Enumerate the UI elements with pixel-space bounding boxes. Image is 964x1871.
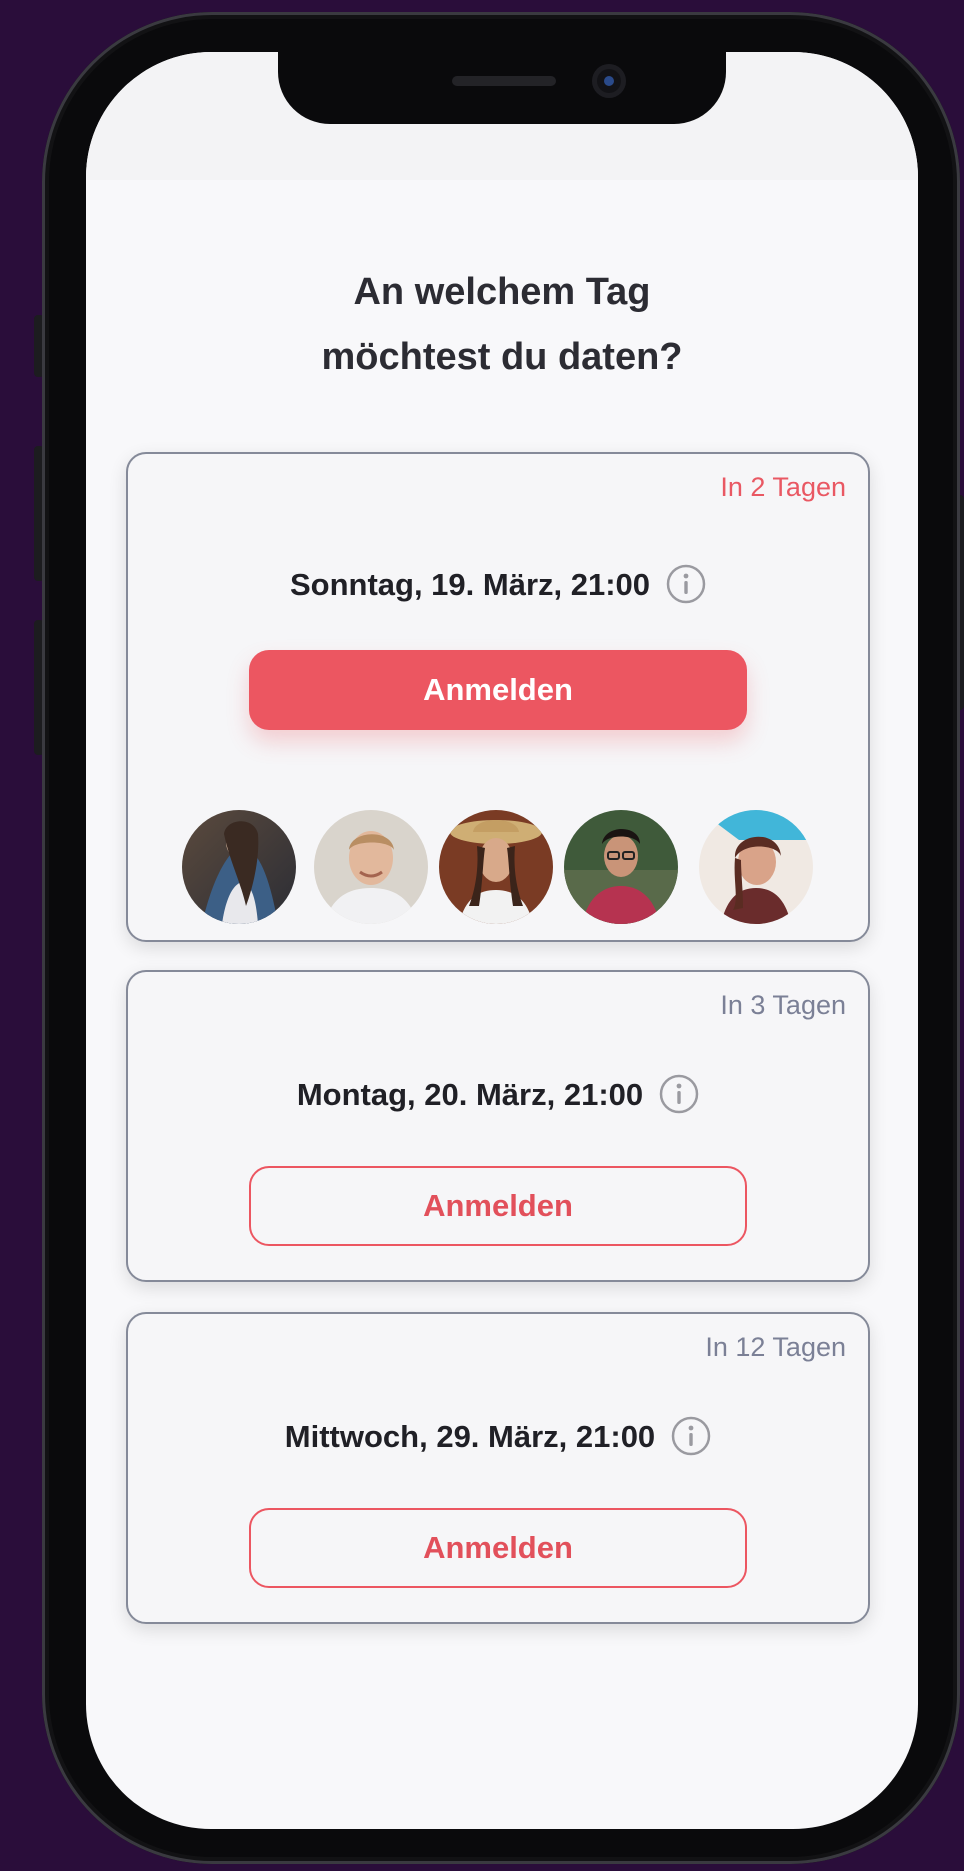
days-until-badge: In 3 Tagen [720,990,846,1020]
days-until-badge: In 12 Tagen [705,1332,846,1362]
date-row: Sonntag, 19. März, 21:00 [128,564,868,607]
participant-avatar-2 [314,810,428,924]
page-title-line1: An welchem Tag [353,271,651,313]
page-title-line2: möchtest du daten? [321,336,683,378]
speaker-grille [452,76,556,86]
date-label: Montag, 20. März, 21:00 [296,1077,644,1113]
date-label: Mittwoch, 29. März, 21:00 [284,1419,656,1455]
register-button[interactable]: Anmelden [249,1166,747,1246]
front-camera [592,64,626,98]
register-button[interactable]: Anmelden [249,1508,747,1588]
notch [278,52,726,124]
info-circle-icon[interactable] [671,1416,711,1456]
date-label: Sonntag, 19. März, 21:00 [289,567,651,603]
phone-screen: An welchem Tag möchtest du daten? In 2 T… [86,52,918,1829]
info-circle-icon[interactable] [659,1074,699,1114]
participant-avatar-5 [699,810,813,924]
date-card-sunday: In 2 Tagen Sonntag, 19. März, 21:00 Anme… [126,452,870,942]
participant-avatar-4 [564,810,678,924]
days-until-badge: In 2 Tagen [720,472,846,502]
participant-avatar-3 [439,810,553,924]
register-button[interactable]: Anmelden [249,650,747,730]
date-row: Mittwoch, 29. März, 21:00 [128,1416,868,1459]
date-card-wednesday: In 12 Tagen Mittwoch, 29. März, 21:00 An… [126,1312,870,1624]
date-card-monday: In 3 Tagen Montag, 20. März, 21:00 Anmel… [126,970,870,1282]
date-row: Montag, 20. März, 21:00 [128,1074,868,1117]
page-title: An welchem Tag möchtest du daten? [86,260,918,390]
participant-avatar-1 [182,810,296,924]
info-circle-icon[interactable] [666,564,706,604]
